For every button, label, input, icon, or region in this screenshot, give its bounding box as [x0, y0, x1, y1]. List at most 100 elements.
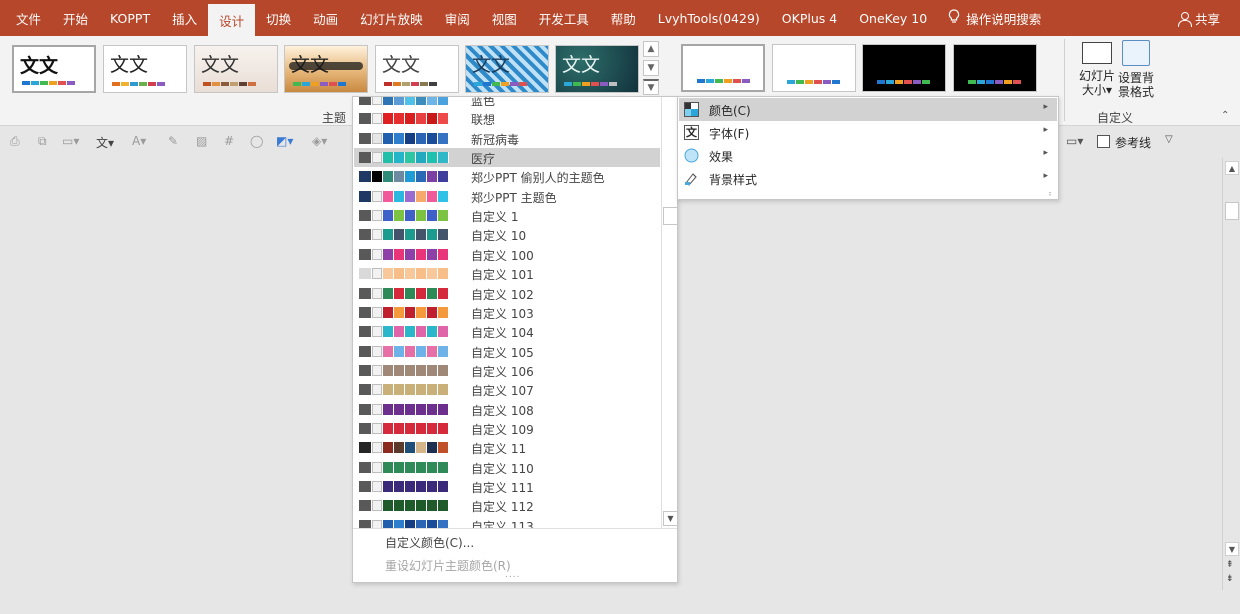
- color-swatch: [394, 210, 405, 222]
- color-scheme-swatches: [359, 442, 449, 454]
- font-color-icon[interactable]: A▾: [132, 134, 146, 148]
- collapse-ribbon-icon[interactable]: ⌃: [1221, 110, 1229, 121]
- theme-swatch: [112, 82, 120, 86]
- color-scheme-item[interactable]: 自定义 1: [354, 206, 660, 225]
- color-scheme-swatches: [359, 287, 449, 299]
- color-scheme-item[interactable]: 自定义 103: [354, 303, 660, 322]
- grid-icon[interactable]: #: [224, 134, 234, 148]
- color-scheme-item[interactable]: 郑少PPT 偷别人的主题色: [354, 167, 660, 186]
- scroll-down-button[interactable]: ▼: [1225, 542, 1239, 556]
- scroll-up-button[interactable]: ▲: [1225, 161, 1239, 175]
- next-slide-button[interactable]: ⇟: [1226, 574, 1234, 584]
- theme-thumbnail[interactable]: 文文: [555, 45, 639, 93]
- theme-thumbnail[interactable]: 文文: [194, 45, 278, 93]
- gallery-more-button[interactable]: ▼: [643, 79, 659, 95]
- shape-icon[interactable]: ◯: [250, 134, 263, 148]
- color-swatch: [383, 306, 394, 318]
- tab-onekey[interactable]: OneKey 10: [848, 0, 938, 36]
- tab-koppt[interactable]: KOPPT: [99, 0, 161, 36]
- text-direction-icon[interactable]: 文▾: [96, 134, 114, 151]
- tab-insert[interactable]: 插入: [161, 0, 208, 36]
- paint-bucket-icon[interactable]: ◈▾: [312, 134, 327, 148]
- tab-review[interactable]: 审阅: [434, 0, 481, 36]
- slide-size-button[interactable]: 幻灯片大小▾: [1075, 40, 1119, 97]
- editor-scrollbar[interactable]: ▲ ▼ ⇞ ⇟: [1222, 158, 1240, 590]
- reference-lines-checkbox[interactable]: [1097, 135, 1110, 148]
- color-scheme-item[interactable]: 自定义 10: [354, 225, 660, 244]
- resize-grip[interactable]: ....: [505, 570, 520, 580]
- color-swatch: [359, 287, 372, 299]
- fill-color-icon[interactable]: ◩▾: [276, 134, 293, 148]
- color-scheme-item[interactable]: 蓝色: [354, 97, 660, 109]
- eyedropper-icon[interactable]: ✎: [168, 134, 178, 148]
- menu-item-colors-label: 颜色(C): [709, 104, 751, 118]
- color-scheme-item[interactable]: 自定义 105: [354, 342, 660, 361]
- theme-thumbnail[interactable]: 文文: [375, 45, 459, 93]
- theme-thumbnail[interactable]: 文文: [103, 45, 187, 93]
- picture-icon[interactable]: ▨: [196, 134, 207, 148]
- menu-item-background-styles[interactable]: 背景样式 ▸: [679, 167, 1057, 190]
- color-scheme-item[interactable]: 自定义 109: [354, 419, 660, 438]
- theme-thumbnail[interactable]: 文文: [465, 45, 549, 93]
- color-scheme-item[interactable]: 自定义 108: [354, 400, 660, 419]
- share-button[interactable]: 共享: [1177, 0, 1220, 36]
- variant-thumbnail[interactable]: [953, 44, 1037, 92]
- variant-thumbnail[interactable]: [772, 44, 856, 92]
- copy-icon[interactable]: ⧉: [38, 134, 47, 149]
- prev-slide-button[interactable]: ⇞: [1226, 560, 1234, 570]
- tab-lvyhtools[interactable]: LvyhTools(0429): [647, 0, 771, 36]
- tab-animations[interactable]: 动画: [302, 0, 349, 36]
- gallery-down-button[interactable]: ▼: [643, 60, 659, 76]
- color-swatch: [427, 519, 438, 528]
- menu-item-colors[interactable]: 颜色(C) ▸: [679, 98, 1057, 121]
- tab-design[interactable]: 设计: [208, 4, 256, 36]
- color-scheme-name: 自定义 112: [471, 500, 534, 515]
- layout-icon[interactable]: ▭▾: [1066, 134, 1083, 148]
- textbox-icon[interactable]: ▭▾: [62, 134, 79, 148]
- color-scheme-item[interactable]: 自定义 107: [354, 380, 660, 399]
- color-scheme-item[interactable]: 自定义 106: [354, 361, 660, 380]
- theme-thumbnail[interactable]: 文文: [284, 45, 368, 93]
- color-scheme-item[interactable]: 自定义 111: [354, 477, 660, 496]
- theme-swatch: [519, 82, 527, 86]
- color-scheme-item[interactable]: 医疗: [354, 148, 660, 168]
- color-scheme-scroll-thumb[interactable]: [663, 207, 677, 225]
- color-scheme-item[interactable]: 自定义 112: [354, 496, 660, 515]
- scroll-thumb[interactable]: [1225, 202, 1239, 220]
- color-scheme-item[interactable]: 联想: [354, 109, 660, 128]
- tab-home[interactable]: 开始: [52, 0, 99, 36]
- custom-colors-menu-item[interactable]: 自定义颜色(C)...: [385, 534, 474, 551]
- theme-thumbnail[interactable]: 文文: [12, 45, 96, 93]
- color-scheme-scrollbar[interactable]: ▼: [661, 97, 677, 528]
- color-scheme-item[interactable]: 郑少PPT 主题色: [354, 187, 660, 206]
- tab-help[interactable]: 帮助: [600, 0, 647, 36]
- variant-thumbnail[interactable]: [681, 44, 765, 92]
- color-scheme-name: 自定义 110: [471, 461, 534, 476]
- menu-item-fonts[interactable]: 文 字体(F) ▸: [679, 121, 1057, 144]
- color-scheme-item[interactable]: 自定义 11: [354, 438, 660, 457]
- gallery-up-button[interactable]: ▲: [643, 41, 659, 57]
- tab-file[interactable]: 文件: [0, 0, 52, 36]
- resize-grip[interactable]: ⠆: [1048, 189, 1054, 198]
- tab-view[interactable]: 视图: [481, 0, 528, 36]
- tab-slideshow[interactable]: 幻灯片放映: [349, 0, 434, 36]
- color-scheme-item[interactable]: 自定义 100: [354, 245, 660, 264]
- color-scheme-item[interactable]: 自定义 102: [354, 284, 660, 303]
- color-scheme-item[interactable]: 自定义 104: [354, 322, 660, 341]
- reference-lines-dropdown[interactable]: ▽: [1165, 134, 1173, 145]
- menu-item-effects[interactable]: 效果 ▸: [679, 144, 1057, 167]
- format-background-button[interactable]: 设置背景格式: [1114, 40, 1158, 99]
- tab-okplus[interactable]: OKPlus 4: [771, 0, 848, 36]
- color-scheme-scroll-down[interactable]: ▼: [663, 511, 677, 526]
- color-scheme-item[interactable]: 自定义 110: [354, 458, 660, 477]
- color-swatch: [438, 326, 449, 338]
- tab-transitions[interactable]: 切换: [255, 0, 302, 36]
- print-icon[interactable]: ⎙: [10, 134, 20, 149]
- color-scheme-item[interactable]: 自定义 101: [354, 264, 660, 283]
- variant-thumbnail[interactable]: [862, 44, 946, 92]
- color-swatch: [394, 384, 405, 396]
- color-scheme-item[interactable]: 自定义 113: [354, 516, 660, 528]
- tab-developer[interactable]: 开发工具: [528, 0, 600, 36]
- tell-me-search[interactable]: 操作说明搜索: [942, 0, 1041, 36]
- color-scheme-item[interactable]: 新冠病毒: [354, 129, 660, 148]
